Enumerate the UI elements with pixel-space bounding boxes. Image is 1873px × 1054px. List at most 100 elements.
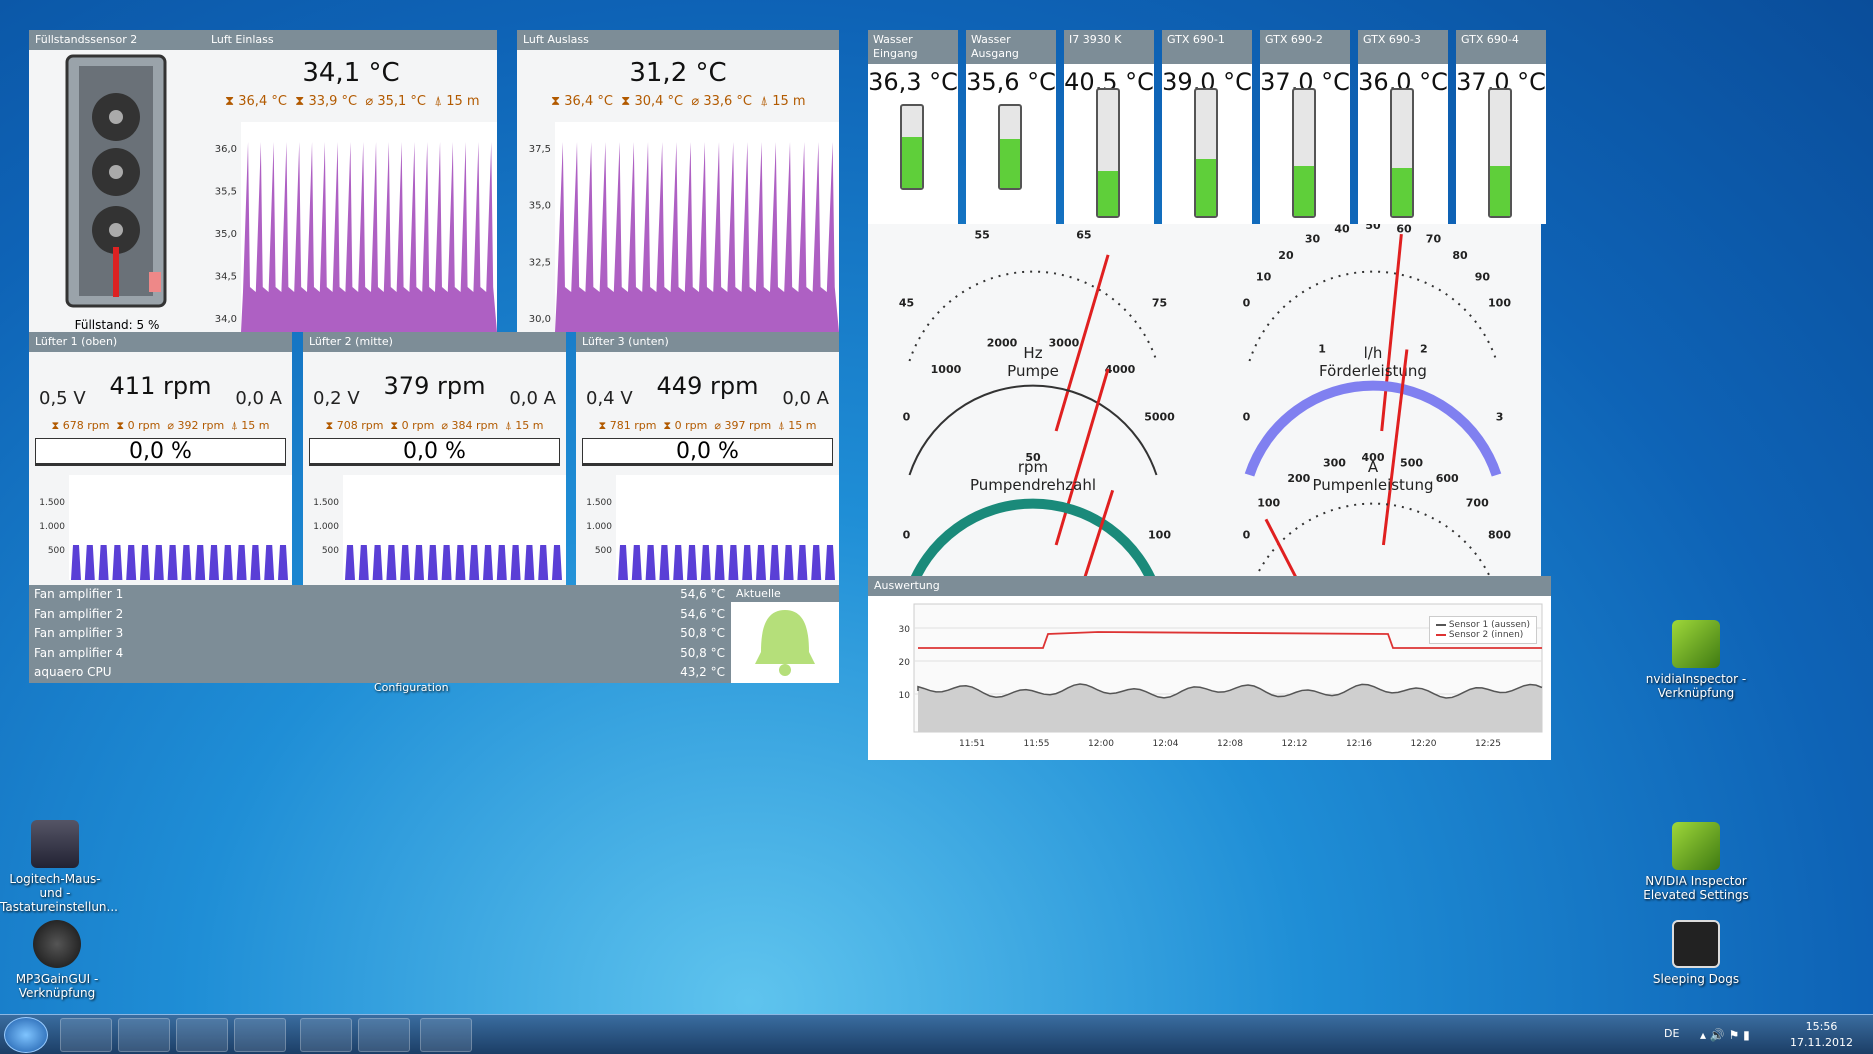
amplifier-temp: 50,8 °C	[680, 645, 725, 660]
tray-icons[interactable]: ▴ 🔊 ⚑ ▮	[1700, 1028, 1750, 1042]
thermometer-fill	[1392, 168, 1412, 216]
gauge-tick-label: 45	[899, 297, 914, 310]
gauge-tick-label: 0	[1243, 411, 1251, 424]
desktop-icon-mp3gain[interactable]: MP3GainGUI - Verknüpfung	[2, 920, 112, 1000]
gauge-label: Pumpenleistung	[1313, 476, 1434, 494]
gauge-tick-label: 60	[1396, 224, 1412, 235]
desktop-icon-label: Logitech-Maus- und -Tastatureinstellun..…	[0, 872, 118, 914]
panel-title: Lüfter 3 (unten)	[576, 332, 839, 352]
gauge-title: I7 3930 K	[1064, 30, 1154, 64]
clock-date: 17.11.2012	[1790, 1036, 1853, 1049]
x-tick-label: 12:04	[1153, 739, 1179, 749]
taskbar-nvidia-button[interactable]	[358, 1018, 410, 1052]
configuration-label[interactable]: Configuration	[374, 681, 449, 694]
avg-value: 35,1 °C	[377, 94, 426, 109]
taskbar-explorer-button[interactable]	[60, 1018, 112, 1052]
temperature-value: 31,2 °C	[629, 58, 727, 88]
min-value: 30,4 °C	[634, 94, 684, 109]
panel-title: Luft Auslass	[517, 30, 839, 50]
taskbar-itunes-button[interactable]	[300, 1018, 352, 1052]
luft-einlass-panel: Luft Einlass 34,1 °C ⧗ 36,4 °C ⧗ 33,9 °C…	[205, 30, 497, 332]
gauge-tick-label: 2000	[987, 336, 1018, 349]
gauge-tick-label: 2	[1420, 342, 1428, 355]
desktop-icon-logitech[interactable]: Logitech-Maus- und -Tastatureinstellun..…	[0, 820, 118, 914]
desktop-icon-label: Sleeping Dogs	[1652, 972, 1740, 986]
gauge-needle	[1264, 518, 1297, 576]
y-tick-label: 1.500	[313, 498, 339, 508]
panel-title: Lüfter 2 (mitte)	[303, 332, 566, 352]
y-tick-label: 10	[899, 691, 911, 701]
taskbar-paint-button[interactable]	[420, 1018, 472, 1052]
y-tick-label: 500	[48, 546, 65, 556]
desktop-icon-nvidia-elevated[interactable]: NVIDIA Inspector Elevated Settings	[1641, 822, 1751, 902]
y-tick-label: 36,0	[215, 144, 237, 155]
y-tick-label: 34,5	[215, 272, 237, 283]
language-indicator[interactable]: DE	[1664, 1027, 1679, 1040]
desktop-icon-sleeping-dogs[interactable]: Sleeping Dogs	[1641, 920, 1751, 986]
y-tick-label: 1.500	[586, 498, 612, 508]
fan-stats: ⧗ 781 rpm ⧗ 0 rpm ⌀ 397 rpm ⍋ 15 m	[598, 419, 817, 432]
nvidia-icon	[1672, 822, 1720, 870]
gauge-tick-label: 5000	[1144, 411, 1175, 424]
desktop-icon-nvidia-inspector[interactable]: nvidiaInspector - Verknüpfung	[1641, 620, 1751, 700]
gauge-tick-label: 10	[1256, 270, 1272, 283]
fan-chart: 1.500 1.000 500	[586, 475, 839, 580]
amplifier-temp: 43,2 °C	[680, 665, 725, 679]
fan-percent[interactable]: 0,0 %	[582, 438, 833, 466]
gauge-tick-label: 70	[1426, 233, 1442, 246]
x-tick-label: 12:25	[1475, 739, 1501, 749]
gauge-tick-label: 75	[1152, 297, 1167, 310]
amplifier-temp: 54,6 °C	[680, 606, 725, 621]
gauge-tick-label: 0	[1243, 297, 1251, 310]
panel-title: Auswertung	[868, 576, 1551, 596]
y-tick-label: 34,0	[215, 314, 237, 325]
gauge-tick-label: 600	[1436, 472, 1459, 485]
taskbar-app-button[interactable]	[234, 1018, 286, 1052]
thermometer-tube	[1292, 88, 1316, 218]
fan-current: 0,0 A	[782, 388, 829, 409]
gauge-unit: l/h	[1364, 344, 1383, 362]
clock[interactable]: 15:56 17.11.2012	[1790, 1019, 1853, 1051]
gauges: 4555 6575HzPumpe010203040 50 60708090100l/h…	[899, 224, 1511, 576]
gauge-tick-label: 80	[1452, 249, 1468, 262]
gauge-title: GTX 690-4	[1456, 30, 1546, 64]
mp3gain-icon	[33, 920, 81, 968]
gauge-needle	[1380, 233, 1403, 432]
min-value: 33,9 °C	[308, 94, 358, 109]
stats-row: ⧗ 36,4 °C ⧗ 33,9 °C ⌀ 35,1 °C ⍋ 15 m	[225, 94, 480, 109]
x-tick-label: 11:51	[959, 739, 985, 749]
taskbar-media-player-button[interactable]	[118, 1018, 170, 1052]
avg-value: 33,6 °C	[703, 94, 752, 109]
fan-chart: 1.500 1.000 500	[39, 475, 292, 580]
amplifier-temp: 54,6 °C	[680, 587, 725, 601]
temperature-chart: 37,5 35,0 32,5 30,0	[529, 122, 839, 332]
fan-chart: 1.500 1.000 500	[313, 475, 566, 580]
amplifier-name: Fan amplifier 3	[34, 626, 124, 640]
temperature-gauge: GTX 690-2 37,0 °C	[1260, 30, 1350, 224]
luft-auslass-panel: Luft Auslass 31,2 °C ⧗ 36,4 °C ⧗ 30,4 °C…	[517, 30, 839, 332]
gauge-title: GTX 690-3	[1358, 30, 1448, 64]
temperature-gauge: Wasser Eingang 36,3 °C	[868, 30, 958, 224]
start-button[interactable]	[4, 1017, 48, 1053]
temperature-gauge: GTX 690-1 39,0 °C	[1162, 30, 1252, 224]
fan-panel: Lüfter 3 (unten) 0,4 V 449 rpm 0,0 A ⧗ 7…	[576, 332, 839, 585]
y-tick-label: 32,5	[529, 257, 551, 268]
stats-row: ⧗ 36,4 °C ⧗ 30,4 °C ⌀ 33,6 °C ⍋ 15 m	[551, 94, 806, 109]
gauge-scale	[910, 498, 1156, 576]
fan-percent[interactable]: 0,0 %	[35, 438, 286, 466]
reservoir-icon	[65, 54, 167, 308]
desktop-icon-label: nvidiaInspector - Verknüpfung	[1645, 672, 1747, 700]
bell-icon	[755, 610, 815, 676]
thermometer-fill	[1490, 165, 1510, 216]
thermometer-fill	[1000, 138, 1020, 188]
y-tick-label: 30,0	[529, 314, 551, 325]
fan-percent[interactable]: 0,0 %	[309, 438, 560, 466]
y-tick-label: 500	[322, 546, 339, 556]
alarm-title: Aktuelle Alarmstufe	[731, 585, 839, 617]
sleeping-dogs-icon	[1672, 920, 1720, 968]
panel-title: Lüfter 1 (oben)	[29, 332, 292, 352]
y-tick-label: 37,5	[529, 144, 551, 155]
gauge-tick-label: 200	[1287, 472, 1310, 485]
taskbar-ie-button[interactable]	[176, 1018, 228, 1052]
thermometer-tube	[1194, 88, 1218, 218]
